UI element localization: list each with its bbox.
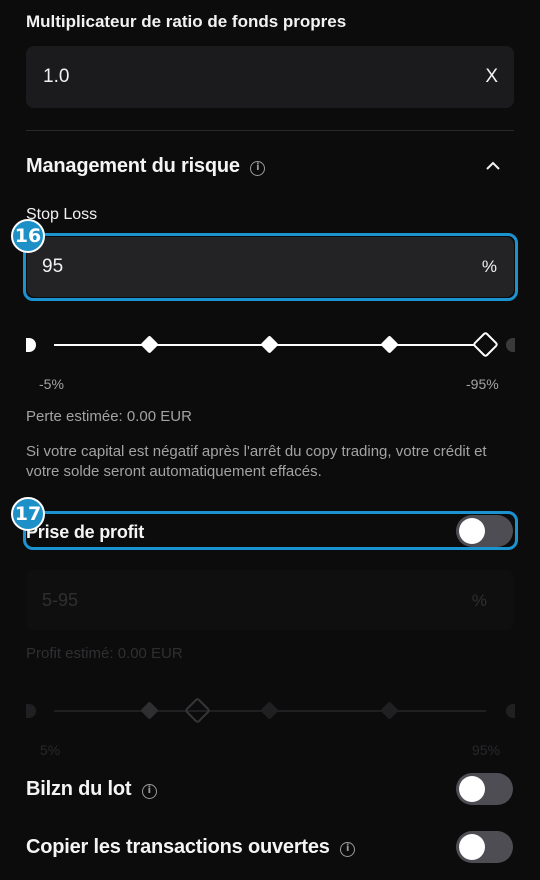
divider [26, 130, 514, 131]
copy-open-trades-toggle[interactable] [456, 831, 513, 863]
slider-thumb[interactable] [472, 331, 499, 358]
slider-max-label: -95% [466, 376, 499, 392]
info-icon[interactable]: i [141, 784, 157, 799]
lot-balance-row: Bilzn du lot i [26, 778, 157, 801]
toggle-knob [459, 776, 485, 802]
slider-start-cap [26, 704, 36, 718]
take-profit-disabled-section: 5-95 % Profit estimé: 0.00 EUR 5% 95% [26, 570, 515, 760]
slider-step[interactable] [380, 335, 399, 354]
info-icon[interactable]: i [340, 842, 356, 857]
take-profit-field: 5-95 % [26, 570, 514, 630]
stop-loss-suffix: % [481, 257, 497, 276]
annotation-badge: 17 [11, 497, 45, 531]
copy-open-trades-row: Copier les transactions ouvertes i [26, 836, 356, 859]
chevron-up-icon[interactable] [486, 161, 500, 170]
slider-step [380, 701, 399, 720]
slider-step [260, 701, 279, 720]
equity-multiplier-value[interactable]: 1.0 [43, 66, 69, 88]
stop-loss-note: Si votre capital est négatif après l'arr… [26, 443, 487, 480]
take-profit-suffix: % [471, 591, 487, 610]
take-profit-toggle[interactable] [456, 515, 513, 547]
risk-management-title: Management du risque [26, 155, 240, 177]
slider-end-cap [506, 338, 515, 352]
info-icon[interactable]: i [250, 161, 266, 176]
slider-step[interactable] [260, 335, 279, 354]
slider-min-label: 5% [40, 742, 61, 758]
toggle-knob [459, 518, 485, 544]
estimated-profit: Profit estimé: 0.00 EUR [26, 645, 183, 662]
lot-balance-label: Bilzn du lot [26, 778, 132, 800]
risk-management-header[interactable]: Management du risque i [26, 155, 514, 181]
stop-loss-slider[interactable] [26, 330, 515, 360]
slider-step [140, 701, 159, 720]
take-profit-slider [26, 696, 515, 726]
stop-loss-value[interactable]: 95 [42, 256, 63, 278]
slider-end-cap [506, 704, 515, 718]
equity-multiplier-field[interactable]: 1.0 X [26, 46, 514, 108]
copy-open-trades-label: Copier les transactions ouvertes [26, 836, 330, 858]
slider-step[interactable] [140, 335, 159, 354]
take-profit-label: Prise de profit [26, 522, 145, 542]
slider-thumb [184, 697, 211, 724]
slider-max-label: 95% [472, 742, 501, 758]
toggle-knob [459, 834, 485, 860]
annotation-badge: 16 [11, 219, 45, 253]
stop-loss-field[interactable]: 95 % [27, 237, 514, 297]
equity-multiplier-label: Multiplicateur de ratio de fonds propres [26, 12, 347, 31]
slider-min-label: -5% [39, 376, 64, 392]
estimated-loss: Perte estimée: 0.00 EUR [26, 408, 192, 425]
take-profit-placeholder: 5-95 [42, 590, 79, 610]
slider-start-cap [26, 338, 36, 352]
multiplier-suffix: X [485, 66, 498, 87]
lot-balance-toggle[interactable] [456, 773, 513, 805]
